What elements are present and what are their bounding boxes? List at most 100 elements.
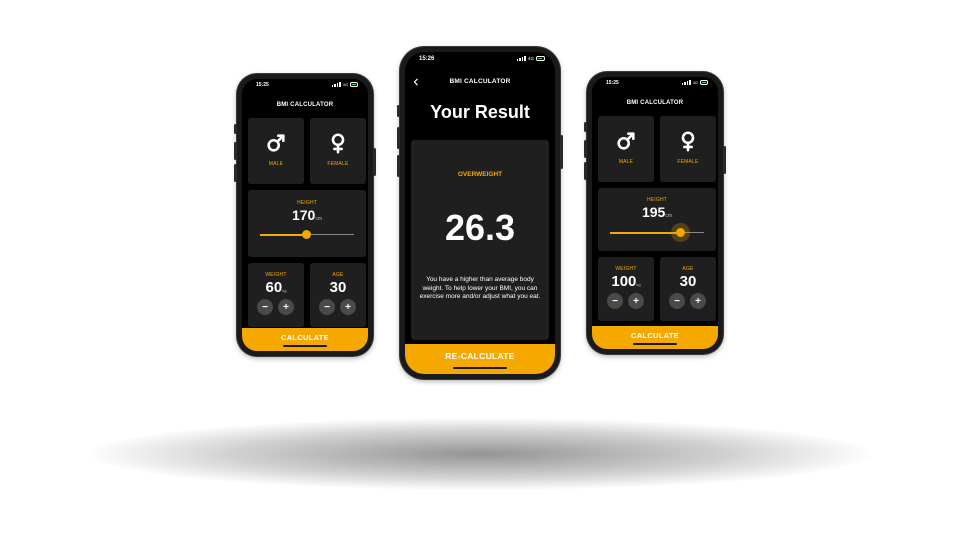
home-indicator bbox=[453, 367, 507, 369]
bmi-advice: You have a higher than average body weig… bbox=[419, 276, 541, 300]
center-phone: 15:26 4G BMI CALCULATOR Your Result OVER… bbox=[397, 47, 563, 379]
status-time: 15:26 bbox=[419, 56, 435, 62]
weight-label: WEIGHT bbox=[615, 266, 637, 272]
notch bbox=[623, 77, 687, 86]
signal-icon bbox=[331, 82, 341, 87]
side-button bbox=[397, 127, 400, 149]
weight-unit: kg bbox=[636, 282, 641, 287]
battery-icon bbox=[700, 80, 708, 85]
side-button bbox=[560, 135, 563, 169]
female-icon bbox=[681, 131, 695, 152]
right-phone: 15:25 4G BMI CALCULATOR MALE FEMALE HEIG… bbox=[584, 72, 726, 354]
age-label: AGE bbox=[332, 272, 344, 278]
weight-plus-button[interactable]: + bbox=[278, 299, 294, 315]
side-button bbox=[234, 142, 237, 160]
status-icons: 4G bbox=[331, 82, 358, 87]
age-card: AGE 30 − + bbox=[310, 263, 366, 327]
male-label: MALE bbox=[618, 159, 634, 165]
side-button bbox=[397, 105, 400, 117]
signal-icon bbox=[516, 56, 526, 61]
right-screen: 15:25 4G BMI CALCULATOR MALE FEMALE HEIG… bbox=[592, 77, 718, 349]
calculate-button[interactable]: CALCULATE bbox=[592, 326, 718, 349]
calculate-label: CALCULATE bbox=[281, 333, 329, 342]
network-label: 4G bbox=[692, 80, 698, 85]
male-icon bbox=[617, 132, 635, 150]
result-heading: Your Result bbox=[430, 102, 530, 122]
age-value: 30 bbox=[679, 273, 697, 290]
height-value: 170 bbox=[291, 207, 316, 223]
ground-shadow bbox=[90, 418, 870, 490]
height-readout: 195cm bbox=[598, 204, 716, 222]
age-plus-button[interactable]: + bbox=[690, 293, 706, 309]
result-category: OVERWEIGHT bbox=[457, 171, 503, 178]
female-card[interactable]: FEMALE bbox=[660, 116, 716, 182]
height-readout: 170cm bbox=[248, 207, 366, 225]
female-label: FEMALE bbox=[327, 161, 349, 167]
side-button bbox=[584, 140, 587, 158]
calculate-button[interactable]: CALCULATE bbox=[242, 328, 368, 351]
battery-icon bbox=[350, 82, 358, 87]
weight-card: WEIGHT 100kg − + bbox=[598, 257, 654, 321]
age-label: AGE bbox=[682, 266, 694, 272]
height-slider-thumb[interactable] bbox=[676, 228, 685, 237]
app-title: BMI CALCULATOR bbox=[626, 100, 684, 106]
side-button bbox=[723, 146, 726, 174]
status-icons: 4G bbox=[516, 56, 545, 61]
left-screen: 15:25 4G BMI CALCULATOR MALE FEMALE HEIG… bbox=[242, 79, 368, 351]
height-slider-fill bbox=[260, 234, 307, 236]
home-indicator bbox=[283, 345, 327, 347]
side-button bbox=[373, 148, 376, 176]
notch bbox=[273, 79, 337, 88]
weight-value: 60 bbox=[265, 279, 283, 296]
result-card: OVERWEIGHT 26.3 You have a higher than a… bbox=[411, 140, 549, 340]
side-button bbox=[397, 155, 400, 177]
side-button bbox=[584, 162, 587, 180]
status-icons: 4G bbox=[681, 80, 708, 85]
female-icon bbox=[331, 133, 345, 154]
network-label: 4G bbox=[342, 82, 348, 87]
age-readout: 30 bbox=[310, 279, 366, 297]
weight-plus-button[interactable]: + bbox=[628, 293, 644, 309]
status-time: 15:25 bbox=[256, 82, 269, 88]
weight-label: WEIGHT bbox=[265, 272, 287, 278]
side-button bbox=[234, 124, 237, 134]
battery-icon bbox=[536, 56, 545, 61]
bmi-value: 26.3 bbox=[444, 207, 516, 248]
calculate-label: CALCULATE bbox=[631, 331, 679, 340]
female-card[interactable]: FEMALE bbox=[310, 118, 366, 184]
male-card[interactable]: MALE bbox=[248, 118, 304, 184]
male-card[interactable]: MALE bbox=[598, 116, 654, 182]
male-label: MALE bbox=[268, 161, 284, 167]
weight-readout: 100kg bbox=[598, 273, 654, 291]
recalculate-button[interactable]: RE-CALCULATE bbox=[405, 344, 555, 374]
age-card: AGE 30 − + bbox=[660, 257, 716, 321]
weight-minus-button[interactable]: − bbox=[607, 293, 623, 309]
app-title: BMI CALCULATOR bbox=[276, 102, 334, 108]
weight-value: 100 bbox=[611, 273, 637, 290]
left-phone: 15:25 4G BMI CALCULATOR MALE FEMALE HEIG… bbox=[234, 74, 376, 356]
male-icon bbox=[267, 134, 285, 152]
side-button bbox=[584, 122, 587, 132]
network-label: 4G bbox=[527, 56, 534, 61]
weight-readout: 60kg bbox=[248, 279, 304, 297]
height-value: 195 bbox=[641, 204, 666, 220]
weight-minus-button[interactable]: − bbox=[257, 299, 273, 315]
age-minus-button[interactable]: − bbox=[669, 293, 685, 309]
height-unit: cm bbox=[315, 216, 323, 222]
notch bbox=[442, 52, 518, 63]
height-label: HEIGHT bbox=[296, 200, 318, 206]
recalculate-label: RE-CALCULATE bbox=[445, 351, 515, 361]
home-indicator bbox=[633, 343, 677, 345]
weight-unit: kg bbox=[282, 288, 287, 293]
age-readout: 30 bbox=[660, 273, 716, 291]
app-title: BMI CALCULATOR bbox=[449, 78, 511, 85]
age-plus-button[interactable]: + bbox=[340, 299, 356, 315]
height-card: HEIGHT 195cm bbox=[598, 188, 716, 251]
center-screen: 15:26 4G BMI CALCULATOR Your Result OVER… bbox=[405, 52, 555, 374]
age-minus-button[interactable]: − bbox=[319, 299, 335, 315]
female-label: FEMALE bbox=[677, 159, 699, 165]
height-label: HEIGHT bbox=[646, 197, 668, 203]
height-slider-thumb[interactable] bbox=[302, 230, 311, 239]
signal-icon bbox=[681, 80, 691, 85]
status-time: 15:25 bbox=[606, 80, 619, 86]
